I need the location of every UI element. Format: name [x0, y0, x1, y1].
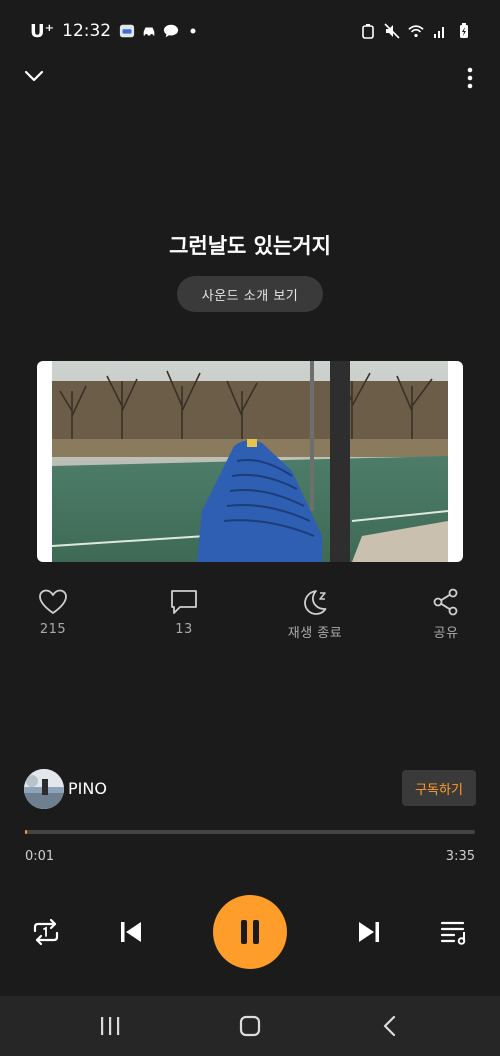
previous-button[interactable]: [117, 919, 145, 945]
back-icon: [383, 1015, 396, 1037]
current-time: 0:01: [25, 849, 55, 864]
chat-bubble-icon: [163, 23, 179, 39]
artist-name[interactable]: PINO: [68, 779, 107, 798]
playback-controls: [0, 895, 500, 969]
skip-previous-icon: [121, 922, 141, 942]
moon-sleep-icon: [304, 590, 327, 615]
status-left: U⁺ 12:32: [30, 21, 201, 42]
pause-button[interactable]: [213, 895, 287, 969]
playlist-button[interactable]: [438, 917, 470, 947]
album-photo: [52, 361, 448, 562]
track-title: 그런날도 있는거지: [169, 234, 331, 258]
home-icon: [239, 1015, 261, 1037]
chevron-down-icon: [24, 70, 44, 82]
playlist-icon: [440, 921, 466, 945]
share-label: 공유: [433, 626, 459, 641]
more-options-button[interactable]: [464, 66, 476, 90]
status-time: 12:32: [62, 21, 112, 41]
heart-icon: [39, 589, 67, 614]
notification-icons: [119, 23, 201, 39]
skip-next-icon: [359, 922, 379, 942]
sleep-timer-button[interactable]: 재생 종료: [275, 588, 355, 641]
total-time: 3:35: [445, 849, 475, 864]
comment-button[interactable]: 13: [144, 588, 224, 637]
system-nav-bar: [0, 996, 500, 1056]
recent-apps-button[interactable]: [95, 1012, 125, 1040]
status-right: [360, 23, 472, 39]
pause-icon: [241, 920, 259, 944]
comment-count: 13: [175, 622, 193, 637]
like-count: 215: [39, 622, 67, 637]
avatar-image: [24, 769, 64, 809]
recent-apps-icon: [101, 1017, 120, 1035]
repeat-one-icon: [33, 918, 59, 946]
repeat-button[interactable]: [30, 917, 62, 947]
carrier-label: U⁺: [30, 20, 55, 42]
progress-bar[interactable]: [25, 830, 475, 834]
progress-fill: [25, 830, 27, 834]
status-bar: U⁺ 12:32: [0, 0, 500, 62]
battery-charging-icon: [456, 23, 472, 39]
next-button[interactable]: [355, 919, 383, 945]
wifi-icon: [408, 23, 424, 39]
action-row: 215 13 재생 종료 공유: [0, 588, 500, 648]
sound-intro-button[interactable]: 사운드 소개 보기: [177, 276, 323, 312]
comment-icon: [171, 590, 197, 614]
map-app-icon: [119, 23, 135, 39]
signal-icon: [432, 23, 448, 39]
more-vertical-icon: [467, 67, 473, 89]
artist-row: PINO 구독하기: [24, 768, 476, 810]
dot-icon: [185, 23, 201, 39]
car-icon: [141, 23, 157, 39]
home-button[interactable]: [235, 1012, 265, 1040]
collapse-button[interactable]: [22, 64, 46, 88]
player-top-bar: [0, 62, 500, 96]
back-button[interactable]: [375, 1012, 405, 1040]
share-button[interactable]: 공유: [406, 588, 486, 641]
subscribe-button[interactable]: 구독하기: [402, 770, 476, 806]
mute-icon: [384, 23, 400, 39]
artist-avatar[interactable]: [24, 769, 64, 809]
sleep-timer-label: 재생 종료: [287, 626, 343, 641]
recycle-icon: [360, 23, 376, 39]
share-icon: [433, 588, 458, 616]
like-button[interactable]: 215: [13, 588, 93, 637]
album-art: [37, 361, 463, 562]
